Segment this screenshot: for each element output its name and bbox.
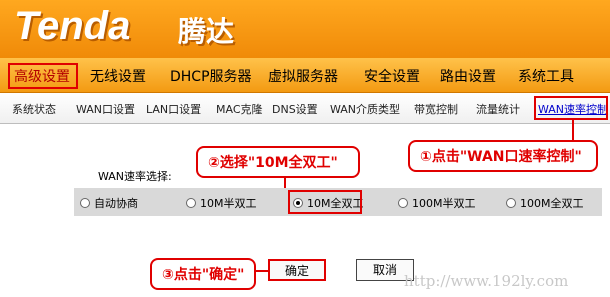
ok-button[interactable]: 确定	[268, 259, 326, 281]
callout-step1: ①点击"WAN口速率控制"	[408, 140, 598, 172]
tenda-logo-cn: 腾达	[178, 15, 235, 48]
sub-nav-bandwidth[interactable]: 带宽控制	[414, 101, 458, 117]
sub-nav-status[interactable]: 系统状态	[12, 101, 56, 117]
sub-nav: 系统状态 WAN口设置 LAN口设置 MAC克隆 DNS设置 WAN介质类型 带…	[0, 93, 610, 124]
sub-nav-mac-clone[interactable]: MAC克隆	[216, 101, 263, 117]
radio-10m-half-label: 10M半双工	[200, 197, 257, 210]
radio-10m-half[interactable]: 10M半双工	[186, 195, 257, 211]
main-nav-dhcp[interactable]: DHCP服务器	[170, 66, 252, 86]
sub-nav-dns[interactable]: DNS设置	[272, 101, 318, 117]
radio-circle-icon	[186, 198, 196, 208]
main-nav-system-tools[interactable]: 系统工具	[518, 66, 574, 86]
callout3-connector	[256, 270, 268, 272]
main-nav-virtual-server[interactable]: 虚拟服务器	[268, 66, 338, 86]
sub-nav-wan[interactable]: WAN口设置	[76, 101, 135, 117]
radio-auto[interactable]: 自动协商	[80, 195, 138, 211]
rate-select-label: WAN速率选择:	[98, 170, 172, 183]
main-nav: 高级设置 无线设置 DHCP服务器 虚拟服务器 安全设置 路由设置 系统工具	[0, 58, 610, 93]
callout1-connector	[572, 120, 574, 142]
callout-step3: ③点击"确定"	[150, 258, 256, 290]
watermark-text: http://www.192ly.com	[404, 272, 569, 290]
main-nav-routing[interactable]: 路由设置	[440, 66, 496, 86]
radio-100m-half[interactable]: 100M半双工	[398, 195, 476, 211]
sub-nav-wan-media[interactable]: WAN介质类型	[330, 101, 400, 117]
radio-100m-full-label: 100M全双工	[520, 197, 584, 210]
highlight-wan-rate	[534, 96, 608, 120]
sub-nav-traffic[interactable]: 流量统计	[476, 101, 520, 117]
radio-circle-icon	[506, 198, 516, 208]
highlight-advanced	[8, 63, 78, 89]
radio-100m-full[interactable]: 100M全双工	[506, 195, 584, 211]
radio-circle-icon	[80, 198, 90, 208]
highlight-10m-full	[288, 190, 362, 214]
radio-circle-icon	[398, 198, 408, 208]
main-nav-security[interactable]: 安全设置	[364, 66, 420, 86]
tenda-logo: Tenda	[14, 4, 131, 48]
callout-step2: ②选择"10M全双工"	[196, 146, 360, 178]
radio-100m-half-label: 100M半双工	[412, 197, 476, 210]
sub-nav-lan[interactable]: LAN口设置	[146, 101, 201, 117]
main-nav-wireless[interactable]: 无线设置	[90, 66, 146, 86]
header-banner: Tenda 腾达	[0, 0, 610, 58]
radio-auto-label: 自动协商	[94, 197, 138, 210]
